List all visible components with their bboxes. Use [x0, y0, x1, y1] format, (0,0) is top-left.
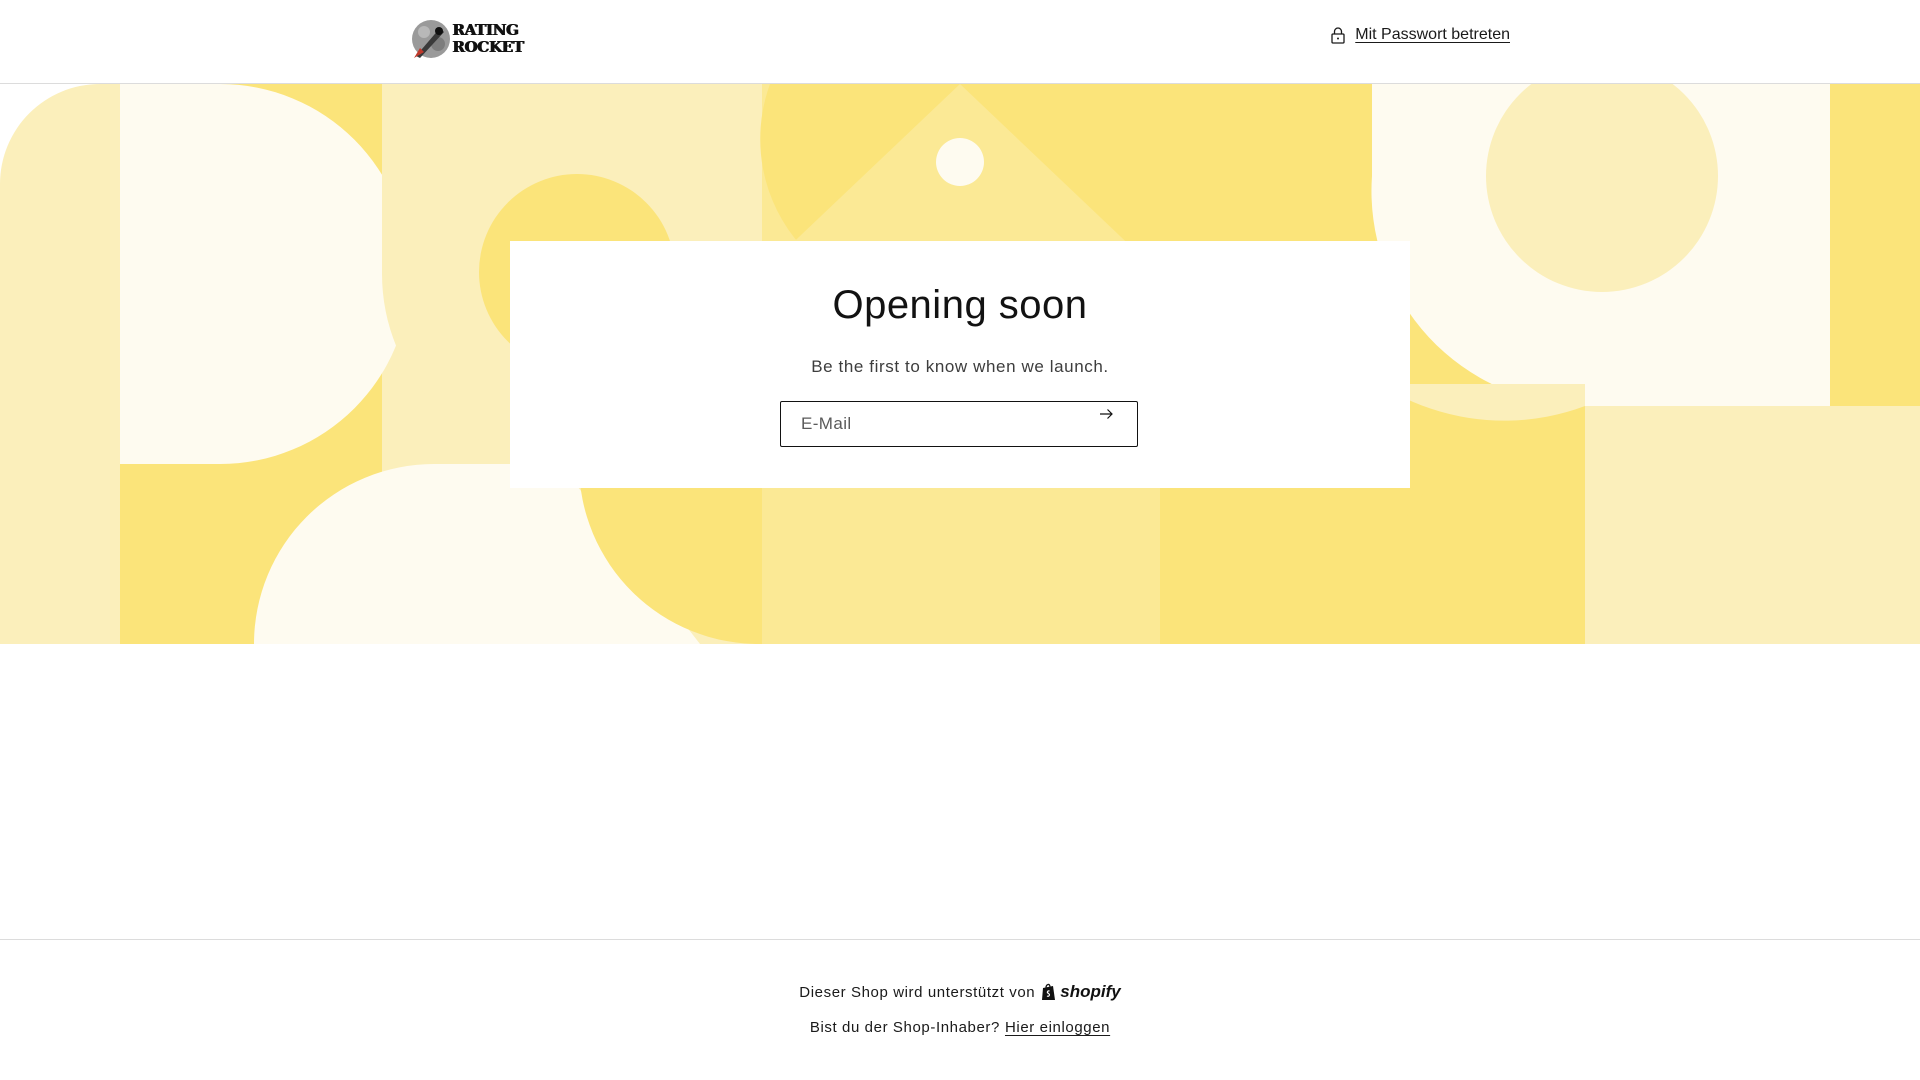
login-link[interactable]: Hier einloggen: [1005, 1019, 1110, 1036]
hero-banner: Opening soon Be the first to know when w…: [0, 84, 1920, 644]
shopify-wordmark: shopify: [1060, 982, 1121, 1001]
logo-wordmark: RATING ROCKET: [452, 21, 524, 56]
site-header: RATING ROCKET Mit Passwort betreten: [0, 0, 1920, 84]
newsletter-card: Opening soon Be the first to know when w…: [510, 241, 1410, 488]
page-subtitle: Be the first to know when we launch.: [811, 357, 1109, 376]
enter-with-password-link[interactable]: Mit Passwort betreten: [1331, 26, 1510, 44]
subscribe-button[interactable]: [1099, 408, 1131, 440]
lock-icon: [1331, 26, 1345, 44]
logo-line-2: ROCKET: [452, 38, 524, 56]
email-form: [780, 401, 1138, 447]
page-title: Opening soon: [832, 283, 1088, 327]
logo-line-1: RATING: [452, 21, 519, 39]
shopify-bag-icon: [1042, 983, 1056, 1000]
powered-by-text: Dieser Shop wird unterstützt von: [799, 983, 1036, 1001]
password-link-label: Mit Passwort betreten: [1355, 26, 1510, 43]
password-page: RATING ROCKET Mit Passwort betreten Open…: [0, 0, 1920, 1080]
site-footer: Dieser Shop wird unterstützt von shopify…: [0, 939, 1920, 1080]
email-input[interactable]: [781, 402, 1101, 446]
arrow-right-icon: [1100, 409, 1113, 419]
shopify-logo[interactable]: shopify: [1041, 982, 1121, 1002]
rocket-logo-icon: [412, 20, 450, 58]
store-logo[interactable]: RATING ROCKET: [410, 18, 524, 60]
owner-login-line: Bist du der Shop-Inhaber? Hier einloggen: [0, 1019, 1920, 1036]
powered-by-line: Dieser Shop wird unterstützt von shopify: [0, 982, 1920, 1002]
owner-question: Bist du der Shop-Inhaber?: [809, 1019, 1000, 1036]
